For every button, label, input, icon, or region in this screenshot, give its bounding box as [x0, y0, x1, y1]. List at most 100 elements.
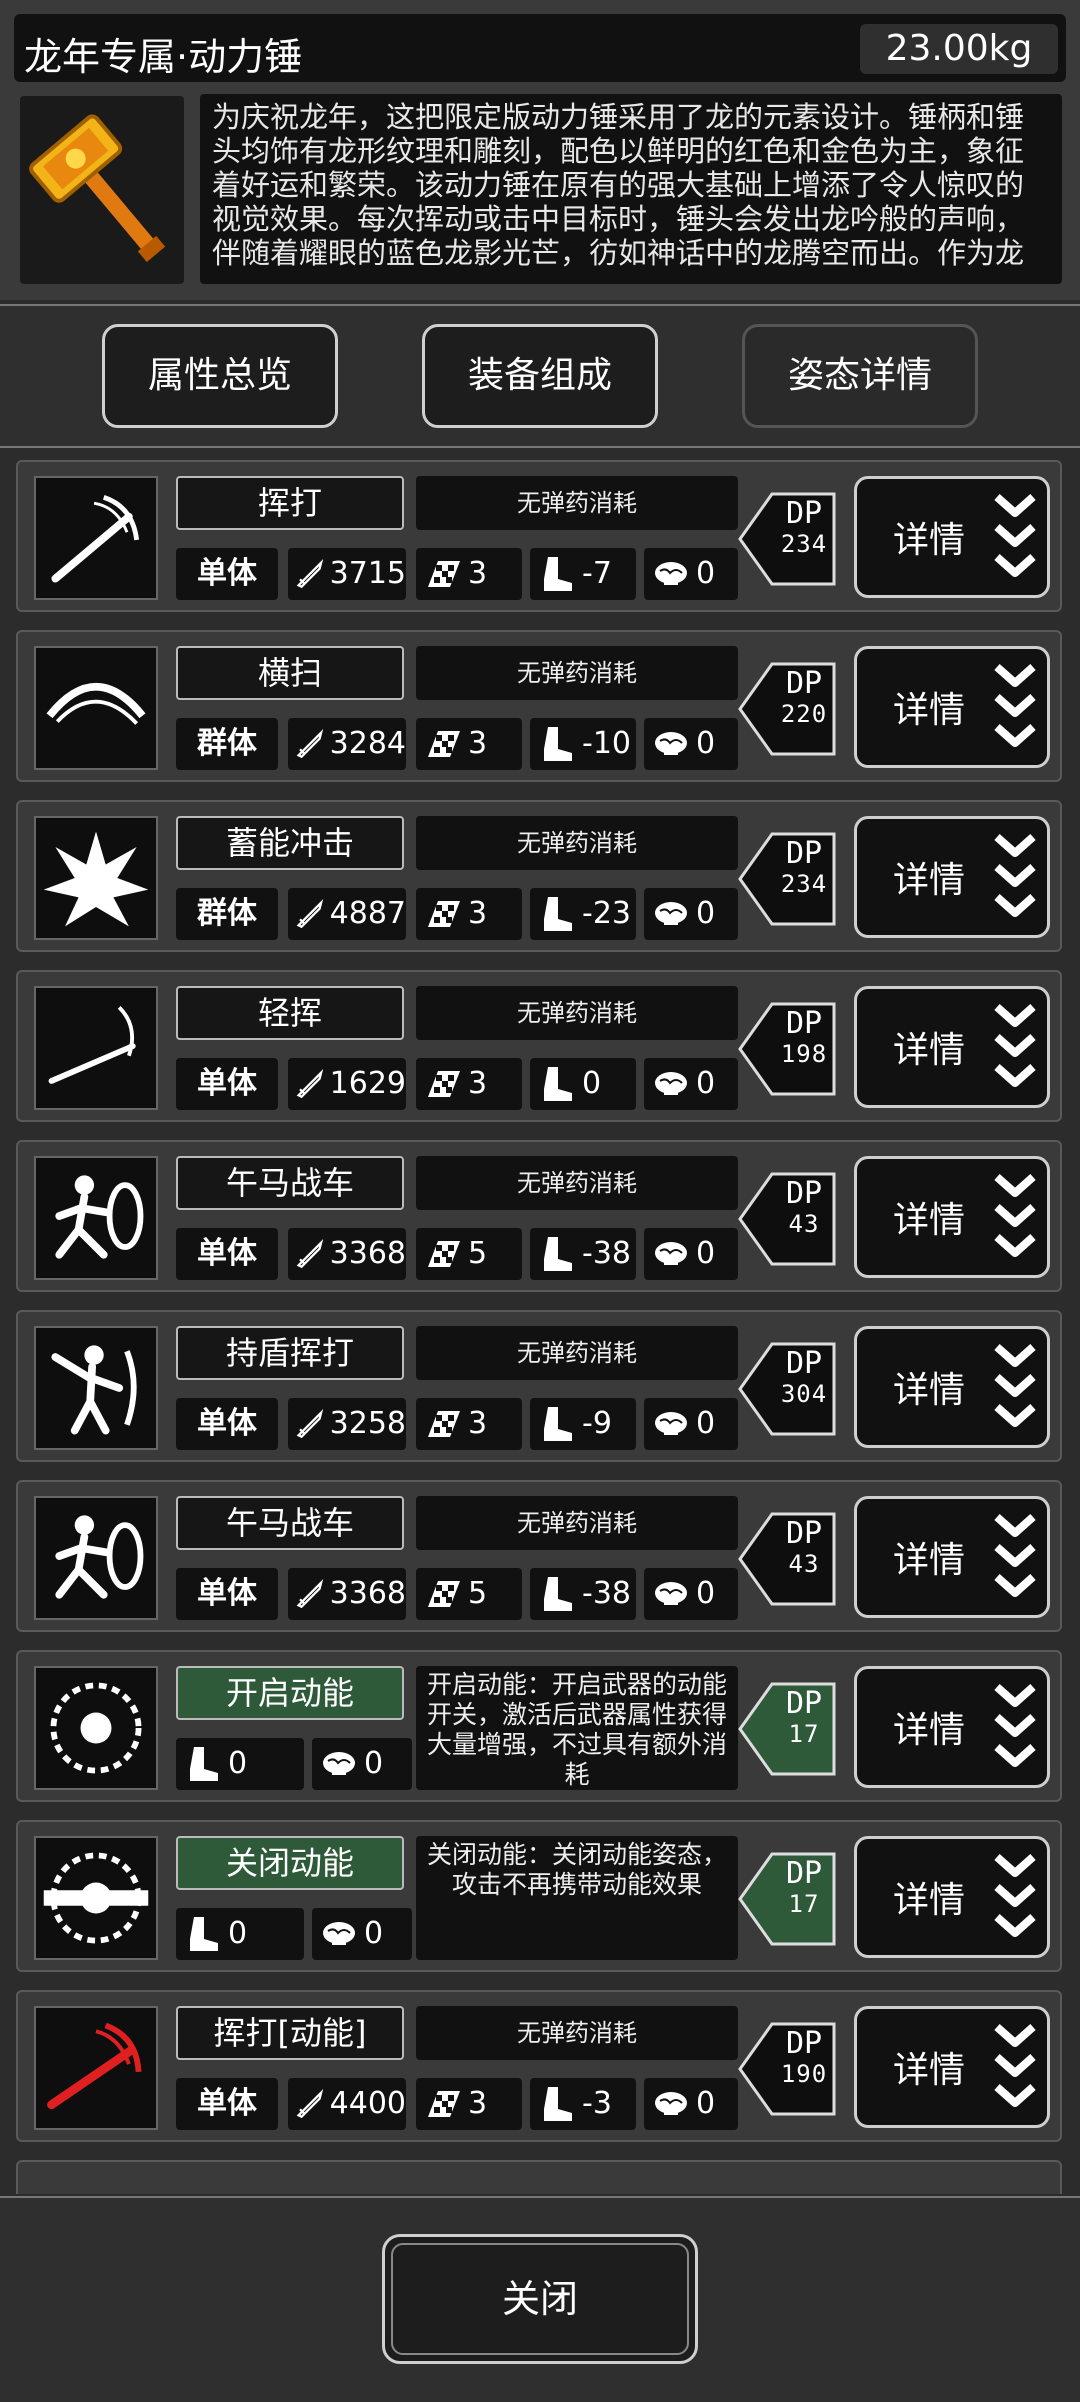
- brain-value: 0: [696, 1066, 716, 1101]
- ap-stat: 3: [416, 1058, 522, 1110]
- move-stat: -9: [530, 1398, 636, 1450]
- damage-value: 3258: [329, 1406, 406, 1441]
- stance-description: 开启动能：开启武器的动能开关，激活后武器属性获得大量增强，不过具有额外消耗: [416, 1666, 738, 1790]
- stance-row: 持盾挥打 无弹药消耗 单体 3258 3 -9 0 DP 304 详情: [16, 1310, 1062, 1462]
- stance-description: 关闭动能：关闭动能姿态，攻击不再携带动能效果: [416, 1836, 738, 1960]
- detail-button[interactable]: 详情: [854, 1496, 1050, 1618]
- footer: 关闭: [0, 2196, 1080, 2402]
- close-button[interactable]: 关闭: [382, 2234, 698, 2364]
- target-badge: 单体: [176, 1228, 278, 1280]
- ap-stat: 3: [416, 2078, 522, 2130]
- swing-icon: [34, 476, 158, 600]
- dp-badge: DP 43: [738, 1170, 838, 1268]
- sword-icon: [294, 1233, 326, 1275]
- chevron-down-icon: [993, 829, 1037, 927]
- brain-value: 0: [696, 896, 716, 931]
- ap-value: 3: [468, 2086, 488, 2121]
- dp-label: DP: [785, 1006, 823, 1041]
- detail-button[interactable]: 详情: [854, 2006, 1050, 2128]
- tab-attributes[interactable]: 属性总览: [102, 324, 338, 428]
- brain-stat: 0: [644, 888, 738, 940]
- brain-icon: [650, 893, 692, 935]
- stance-name: 蓄能冲击: [176, 816, 404, 870]
- weapon-weight: 23.00kg: [860, 24, 1058, 74]
- ap-value: 5: [468, 1236, 488, 1271]
- detail-button-label: 详情: [893, 1710, 966, 1751]
- stance-list[interactable]: 挥打 无弹药消耗 单体 3715 3 -7 0 DP 234 详情 横扫 无弹药消…: [0, 450, 1080, 2194]
- detail-button[interactable]: 详情: [854, 1836, 1050, 1958]
- dp-label: DP: [785, 2026, 823, 2061]
- brain-icon: [650, 723, 692, 765]
- shield-charge-icon: [34, 1496, 158, 1620]
- stance-name: 午马战车: [176, 1156, 404, 1210]
- detail-button[interactable]: 详情: [854, 646, 1050, 768]
- brain-stat: 0: [644, 548, 738, 600]
- tab-equipment[interactable]: 装备组成: [422, 324, 658, 428]
- boot-icon: [536, 1573, 578, 1615]
- brain-icon: [650, 1063, 692, 1105]
- boot-icon: [536, 1403, 578, 1445]
- detail-button[interactable]: 详情: [854, 1156, 1050, 1278]
- dp-label: DP: [785, 666, 823, 701]
- detail-button-label: 详情: [893, 860, 966, 901]
- ap-stat: 5: [416, 1228, 522, 1280]
- dp-label: DP: [785, 1346, 823, 1381]
- ammo-cost: 无弹药消耗: [416, 816, 738, 870]
- move-stat: 0: [176, 1908, 304, 1960]
- chevron-down-icon: [993, 489, 1037, 587]
- ammo-cost: 无弹药消耗: [416, 476, 738, 530]
- dp-label: DP: [785, 1176, 823, 1211]
- ap-value: 3: [468, 1406, 488, 1441]
- brain-value: 0: [696, 1576, 716, 1611]
- shield-charge-icon: [34, 1156, 158, 1280]
- brain-value: 0: [696, 2086, 716, 2121]
- detail-button[interactable]: 详情: [854, 1326, 1050, 1448]
- tab-stance-details[interactable]: 姿态详情: [742, 324, 978, 428]
- checkered-flag-icon: [422, 1573, 464, 1615]
- detail-button[interactable]: 详情: [854, 1666, 1050, 1788]
- ammo-cost: 无弹药消耗: [416, 1496, 738, 1550]
- dp-badge: DP 17: [738, 1680, 838, 1778]
- checkered-flag-icon: [422, 2083, 464, 2125]
- detail-button-label: 详情: [893, 520, 966, 561]
- checkered-flag-icon: [422, 1403, 464, 1445]
- damage-stat: 3368: [288, 1568, 406, 1620]
- checkered-flag-icon: [422, 553, 464, 595]
- brain-value: 0: [696, 726, 716, 761]
- chevron-down-icon: [993, 1339, 1037, 1437]
- power-off-icon: [34, 1836, 158, 1960]
- dp-value: 17: [788, 1890, 820, 1918]
- ammo-cost: 无弹药消耗: [416, 2006, 738, 2060]
- detail-button[interactable]: 详情: [854, 816, 1050, 938]
- dp-label: DP: [785, 1686, 823, 1721]
- dp-badge: DP 220: [738, 660, 838, 758]
- stance-row: 关闭动能 关闭动能：关闭动能姿态，攻击不再携带动能效果 0 0 DP 17 详情: [16, 1820, 1062, 1972]
- damage-stat: 3368: [288, 1228, 406, 1280]
- ammo-cost: 无弹药消耗: [416, 646, 738, 700]
- detail-button-label: 详情: [893, 1030, 966, 1071]
- detail-button-label: 详情: [893, 1880, 966, 1921]
- detail-button[interactable]: 详情: [854, 476, 1050, 598]
- stance-row: 轻挥 无弹药消耗 单体 1629 3 0 0 DP 198 详情: [16, 970, 1062, 1122]
- weapon-header: 龙年专属·动力锤 23.00kg 为庆祝龙年，这把限定版动力锤采用了龙的元素设计…: [0, 0, 1080, 300]
- checkered-flag-icon: [422, 893, 464, 935]
- detail-button[interactable]: 详情: [854, 986, 1050, 1108]
- ap-value: 3: [468, 556, 488, 591]
- explosion-icon: [34, 816, 158, 940]
- dp-label: DP: [785, 1516, 823, 1551]
- move-value: -7: [582, 556, 612, 591]
- stance-name: 横扫: [176, 646, 404, 700]
- brain-value: 0: [364, 1916, 384, 1951]
- ap-value: 3: [468, 896, 488, 931]
- stance-row: 开启动能 开启动能：开启武器的动能开关，激活后武器属性获得大量增强，不过具有额外…: [16, 1650, 1062, 1802]
- brain-stat: 0: [644, 2078, 738, 2130]
- target-badge: 单体: [176, 1058, 278, 1110]
- target-badge: 群体: [176, 888, 278, 940]
- stance-name: 轻挥: [176, 986, 404, 1040]
- stance-name: 挥打[动能]: [176, 2006, 404, 2060]
- brain-stat: 0: [644, 1058, 738, 1110]
- weapon-hammer-icon: [20, 96, 184, 284]
- move-value: -38: [582, 1576, 631, 1611]
- move-stat: -7: [530, 548, 636, 600]
- stance-row: 挥打[动能] 无弹药消耗 单体 4400 3 -3 0 DP 190 详情: [16, 1990, 1062, 2142]
